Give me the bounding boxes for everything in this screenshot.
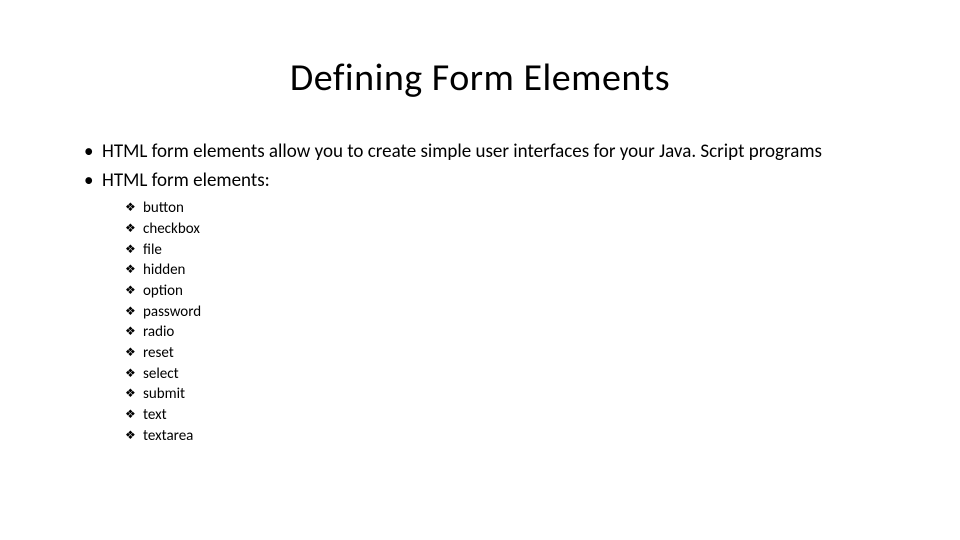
list-item: option: [125, 281, 880, 302]
list-item: textarea: [125, 426, 880, 447]
slide-container: Defining Form Elements HTML form element…: [0, 0, 960, 540]
list-item: password: [125, 302, 880, 323]
list-item: reset: [125, 343, 880, 364]
list-item: checkbox: [125, 219, 880, 240]
list-item: submit: [125, 384, 880, 405]
slide-title: Defining Form Elements: [80, 55, 880, 101]
bullet-item: HTML form elements allow you to create s…: [80, 139, 880, 166]
list-item: radio: [125, 322, 880, 343]
list-item: file: [125, 240, 880, 261]
bullet-item: HTML form elements:: [80, 168, 880, 195]
list-item: hidden: [125, 260, 880, 281]
list-item: button: [125, 198, 880, 219]
list-item: text: [125, 405, 880, 426]
main-bullet-list: HTML form elements allow you to create s…: [80, 139, 880, 194]
form-elements-list: button checkbox file hidden option passw…: [125, 198, 880, 446]
list-item: select: [125, 364, 880, 385]
